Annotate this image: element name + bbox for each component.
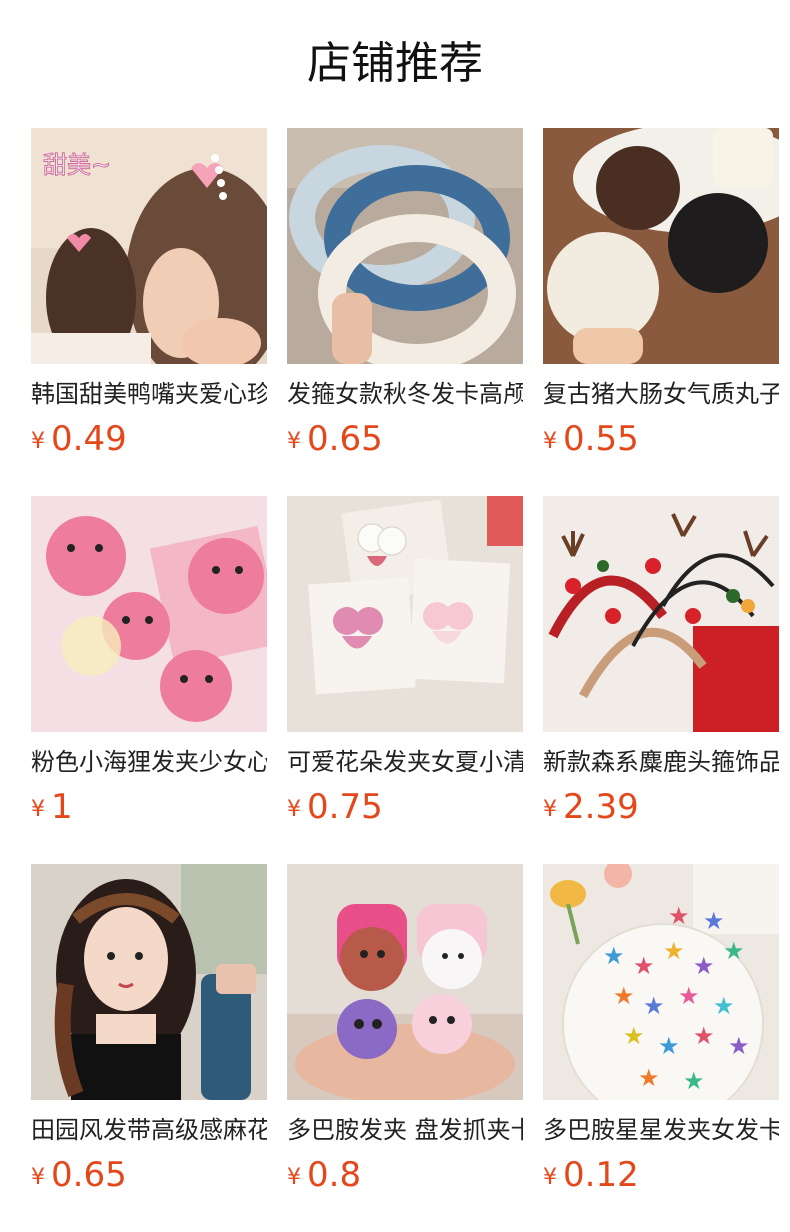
product-price: ¥0.75 xyxy=(287,785,523,835)
product-name[interactable]: 复古猪大肠女气质丸子头发圈 xyxy=(543,378,779,410)
product-card[interactable]: 甜美~ 韩国甜美鸭嘴夹爱心珍珠发夹 ¥0.49 xyxy=(31,128,267,496)
product-card[interactable]: 可爱花朵发夹女夏小清新 ¥0.75 xyxy=(287,496,523,864)
price-value: 1 xyxy=(51,787,73,827)
product-image[interactable] xyxy=(543,496,779,732)
currency-symbol: ¥ xyxy=(31,429,45,454)
currency-symbol: ¥ xyxy=(543,797,557,822)
product-card[interactable]: ★ ★ ★ ★ ★ ★ ★ ★ ★ ★ ★ ★ ★ ★ ★ ★ ★ 多巴胺星星发… xyxy=(543,864,779,1232)
svg-text:★: ★ xyxy=(693,952,715,980)
product-price: ¥2.39 xyxy=(543,785,779,835)
product-image[interactable] xyxy=(31,496,267,732)
price-value: 2.39 xyxy=(563,787,639,827)
section-title: 店铺推荐 xyxy=(307,38,483,89)
svg-text:★: ★ xyxy=(723,937,745,965)
product-image[interactable] xyxy=(287,128,523,364)
product-grid: 甜美~ 韩国甜美鸭嘴夹爱心珍珠发夹 ¥0.49 发箍女款秋冬发卡高颅顶发箍 ¥0… xyxy=(31,128,779,1232)
currency-symbol: ¥ xyxy=(31,797,45,822)
svg-text:★: ★ xyxy=(613,982,635,1010)
currency-symbol: ¥ xyxy=(287,1165,301,1190)
currency-symbol: ¥ xyxy=(543,1165,557,1190)
product-price: ¥0.65 xyxy=(31,1153,267,1203)
product-image[interactable] xyxy=(31,864,267,1100)
svg-text:★: ★ xyxy=(638,1064,660,1092)
image-overlay-text: 甜美~ xyxy=(43,151,111,179)
svg-text:★: ★ xyxy=(678,982,700,1010)
product-name[interactable]: 发箍女款秋冬发卡高颅顶发箍 xyxy=(287,378,523,410)
product-image[interactable]: 甜美~ xyxy=(31,128,267,364)
svg-text:★: ★ xyxy=(713,992,735,1020)
product-name[interactable]: 多巴胺星星发夹女发卡可爱 xyxy=(543,1114,779,1146)
svg-text:★: ★ xyxy=(693,1022,715,1050)
product-name[interactable]: 田园风发带高级感麻花辫发带 xyxy=(31,1114,267,1146)
svg-text:★: ★ xyxy=(663,937,685,965)
currency-symbol: ¥ xyxy=(31,1165,45,1190)
svg-text:★: ★ xyxy=(603,942,625,970)
svg-text:★: ★ xyxy=(728,1032,750,1060)
price-value: 0.75 xyxy=(307,787,383,827)
product-card[interactable]: 多巴胺发夹 盘发抓夹卡通 ¥0.8 xyxy=(287,864,523,1232)
svg-text:★: ★ xyxy=(643,992,665,1020)
product-price: ¥0.12 xyxy=(543,1153,779,1203)
svg-text:★: ★ xyxy=(703,907,725,935)
price-value: 0.55 xyxy=(563,419,639,459)
price-value: 0.65 xyxy=(307,419,383,459)
product-image[interactable] xyxy=(287,496,523,732)
svg-text:★: ★ xyxy=(623,1022,645,1050)
product-card[interactable]: 复古猪大肠女气质丸子头发圈 ¥0.55 xyxy=(543,128,779,496)
currency-symbol: ¥ xyxy=(287,797,301,822)
product-name[interactable]: 新款森系麋鹿头箍饰品圣诞 xyxy=(543,746,779,778)
svg-text:★: ★ xyxy=(658,1032,680,1060)
product-name[interactable]: 粉色小海狸发夹少女心可爱 xyxy=(31,746,267,778)
product-card[interactable]: 田园风发带高级感麻花辫发带 ¥0.65 xyxy=(31,864,267,1232)
price-value: 0.12 xyxy=(563,1155,639,1195)
product-card[interactable]: 粉色小海狸发夹少女心可爱 ¥1 xyxy=(31,496,267,864)
product-name[interactable]: 多巴胺发夹 盘发抓夹卡通 xyxy=(287,1114,523,1146)
price-value: 0.65 xyxy=(51,1155,127,1195)
svg-text:★: ★ xyxy=(633,952,655,980)
currency-symbol: ¥ xyxy=(287,429,301,454)
price-value: 0.49 xyxy=(51,419,127,459)
product-name[interactable]: 可爱花朵发夹女夏小清新 xyxy=(287,746,523,778)
product-price: ¥0.55 xyxy=(543,417,779,467)
svg-text:★: ★ xyxy=(668,902,690,930)
product-image[interactable] xyxy=(543,128,779,364)
product-price: ¥1 xyxy=(31,785,267,835)
product-card[interactable]: 新款森系麋鹿头箍饰品圣诞 ¥2.39 xyxy=(543,496,779,864)
product-card[interactable]: 发箍女款秋冬发卡高颅顶发箍 ¥0.65 xyxy=(287,128,523,496)
product-price: ¥0.8 xyxy=(287,1153,523,1203)
price-value: 0.8 xyxy=(307,1155,362,1195)
product-price: ¥0.65 xyxy=(287,417,523,467)
product-image[interactable] xyxy=(287,864,523,1100)
currency-symbol: ¥ xyxy=(543,429,557,454)
product-name[interactable]: 韩国甜美鸭嘴夹爱心珍珠发夹 xyxy=(31,378,267,410)
svg-text:★: ★ xyxy=(683,1067,705,1095)
product-price: ¥0.49 xyxy=(31,417,267,467)
product-image[interactable]: ★ ★ ★ ★ ★ ★ ★ ★ ★ ★ ★ ★ ★ ★ ★ ★ ★ xyxy=(543,864,779,1100)
